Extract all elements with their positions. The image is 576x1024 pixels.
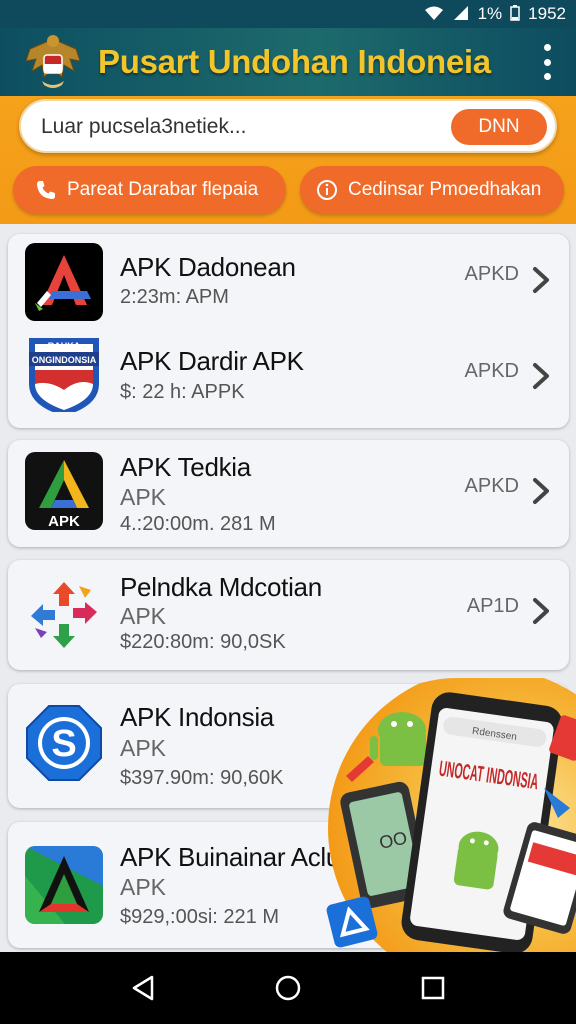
app-name: APK Indonsia [120, 702, 274, 732]
app-card: APK APK Tedkia APK 4.:20:00m. 281 M APKD [8, 440, 569, 547]
promo-illustration[interactable]: OO Rdenssen UNOCAT INDONSIA [318, 678, 576, 956]
app-meta: $220:80m: 90,0SK [120, 631, 286, 653]
app-type: APK [120, 874, 167, 900]
app-icon-s-logo: S [25, 704, 103, 782]
chevron-right-icon [533, 267, 549, 293]
app-bar: Pusart Undohan Indoneia [0, 28, 576, 96]
phone-icon [33, 177, 59, 203]
info-circle-icon [314, 177, 340, 203]
search-button[interactable]: DNN [451, 109, 547, 145]
app-type: APK [120, 484, 167, 510]
list-item[interactable]: RAUKA ONGINDONSIA APK Dardir APK $: 22 h… [8, 330, 569, 428]
battery-icon [510, 4, 520, 24]
quick-action-label: Cedinsar Pmoedhakan [348, 179, 542, 200]
app-card: Pelndka Mdcotian APK $220:80m: 90,0SK AP… [8, 560, 569, 670]
home-icon[interactable] [268, 968, 308, 1008]
app-meta: $: 22 h: APPK [120, 381, 245, 403]
app-name: APK Dardir APK [120, 346, 304, 376]
app-tag: APKD [464, 263, 519, 285]
app-title: Pusart Undohan Indoneia [98, 43, 491, 80]
quick-action-call-button[interactable]: Pareat Darabar flepaia [13, 166, 286, 214]
app-icon-apk-logo: APK [25, 452, 103, 530]
clock: 1952 [528, 4, 566, 23]
app-name: APK Tedkia [120, 452, 251, 482]
wifi-icon [424, 5, 444, 24]
icon-label-text: ONGINDONSIA [32, 355, 97, 365]
app-tag: APKD [464, 475, 519, 497]
app-icon-arrows-logo [25, 576, 103, 654]
app-icon-a-logo [25, 243, 103, 321]
list-item[interactable]: APK APK Tedkia APK 4.:20:00m. 281 M APKD [8, 440, 569, 547]
app-card: APK Dadonean 2:23m: APM APKD RAUKA ONGIN… [8, 234, 569, 428]
app-meta: 2:23m: APM [120, 286, 229, 308]
app-tag: APKD [464, 360, 519, 382]
app-icon-triangle-logo [25, 846, 103, 924]
chevron-right-icon [533, 598, 549, 624]
garuda-emblem-icon [22, 31, 84, 93]
quick-action-label: Pareat Darabar flepaia [67, 179, 259, 200]
app-meta: $929,:00si: 221 M [120, 906, 279, 928]
icon-badge-text: RAUKA [48, 341, 81, 351]
quick-action-info-button[interactable]: Cedinsar Pmoedhakan [300, 166, 564, 214]
app-type: APK [120, 603, 167, 629]
more-options-icon[interactable] [542, 44, 552, 80]
chevron-right-icon [533, 363, 549, 389]
list-item[interactable]: APK Dadonean 2:23m: APM APKD [8, 234, 569, 330]
app-icon-flag-shield: RAUKA ONGINDONSIA [25, 334, 103, 412]
recents-icon[interactable] [413, 968, 453, 1008]
app-meta: $397.90m: 90,60K [120, 767, 284, 789]
app-name: APK Dadonean [120, 252, 296, 282]
icon-label-text: APK [48, 513, 80, 530]
app-name: Pelndka Mdcotian [120, 572, 322, 602]
battery-percent: 1% [477, 4, 503, 23]
list-item[interactable]: Pelndka Mdcotian APK $220:80m: 90,0SK AP… [8, 560, 569, 670]
app-tag: AP1D [466, 595, 519, 617]
chevron-right-icon [533, 478, 549, 504]
signal-icon [452, 5, 470, 24]
status-bar: 1% 1952 [0, 0, 576, 28]
search-bar: DNN [19, 99, 557, 153]
app-meta: 4.:20:00m. 281 M [120, 513, 276, 535]
app-type: APK [120, 735, 167, 761]
search-input[interactable] [41, 113, 441, 141]
icon-letter-text: S [51, 723, 76, 765]
back-icon[interactable] [123, 968, 163, 1008]
system-nav-bar [0, 952, 576, 1024]
